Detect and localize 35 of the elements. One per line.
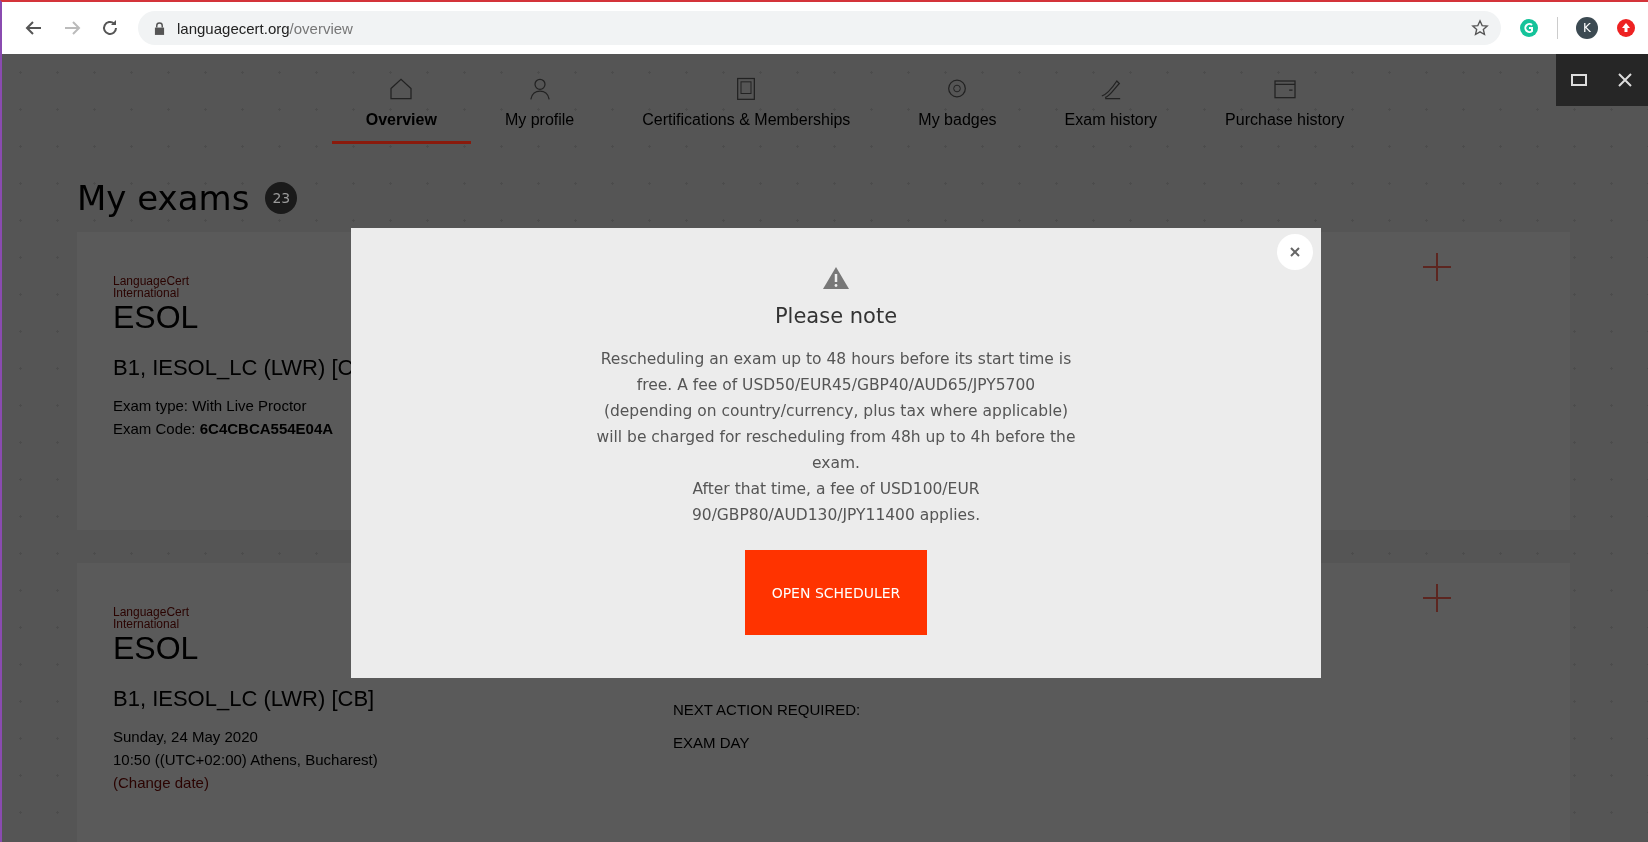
esol-logo: LanguageCert International ESOL: [113, 275, 199, 333]
nav-tab[interactable]: My badges: [884, 76, 1031, 144]
warning-icon: [822, 266, 850, 290]
exam-detail: Exam type: With Live Proctor: [113, 397, 307, 414]
exam-detail: 10:50 ((UTC+02:00) Athens, Bucharest): [113, 751, 378, 768]
nav-tab[interactable]: Exam history: [1030, 76, 1192, 144]
profile-avatar[interactable]: K: [1576, 17, 1598, 39]
exam-detail: Sunday, 24 May 2020: [113, 728, 258, 745]
nav-tab[interactable]: Certifications & Memberships: [608, 76, 885, 144]
dialog-title: Please note: [774, 304, 898, 328]
change-date-link[interactable]: (Change date): [113, 774, 209, 791]
next-action-value: EXAM DAY: [673, 734, 751, 751]
maximize-icon[interactable]: [1571, 72, 1587, 88]
exam-detail: Exam Code: 6C4CBCA554E04A: [113, 420, 334, 437]
star-icon[interactable]: [1471, 19, 1489, 37]
dialog-message: After that time, a fee of USD100/EUR 90/GBP80/AUD130/JPY11400 applies.: [690, 479, 982, 526]
exam-title: B1, IESOL_LC (LWR) [C: [113, 355, 354, 381]
open-scheduler-button[interactable]: OPEN SCHEDULER: [745, 550, 927, 635]
nav-tab[interactable]: Overview: [331, 76, 471, 144]
lock-icon: [154, 21, 165, 35]
exam-title: B1, IESOL_LC (LWR) [CB]: [113, 686, 375, 712]
reload-icon[interactable]: [100, 18, 120, 38]
count-badge: 23: [265, 182, 298, 214]
nav-tab[interactable]: My profile: [470, 76, 609, 144]
esol-logo: LanguageCert International ESOL: [113, 606, 199, 664]
section-heading: My exams: [77, 178, 250, 218]
grammar-extension-icon[interactable]: [1519, 18, 1539, 38]
close-icon[interactable]: [1617, 72, 1633, 88]
next-action-label: NEXT ACTION REQUIRED:: [673, 701, 861, 718]
close-icon: [1290, 247, 1300, 257]
close-button[interactable]: [1277, 234, 1313, 270]
nav-tab[interactable]: Purchase history: [1191, 76, 1379, 144]
dialog-message: Rescheduling an exam up to 48 hours before its start time is free. A fee of USD50/EUR45/GBP40/AUD65/JPY5700 (depending on country/currency, plus tax where applicable) will be charged for rescheduling from 48h up to 4h before the exam.: [595, 349, 1077, 474]
extension-icon[interactable]: [1616, 18, 1636, 38]
address-bar[interactable]: languagecert.org/overview: [138, 11, 1501, 45]
